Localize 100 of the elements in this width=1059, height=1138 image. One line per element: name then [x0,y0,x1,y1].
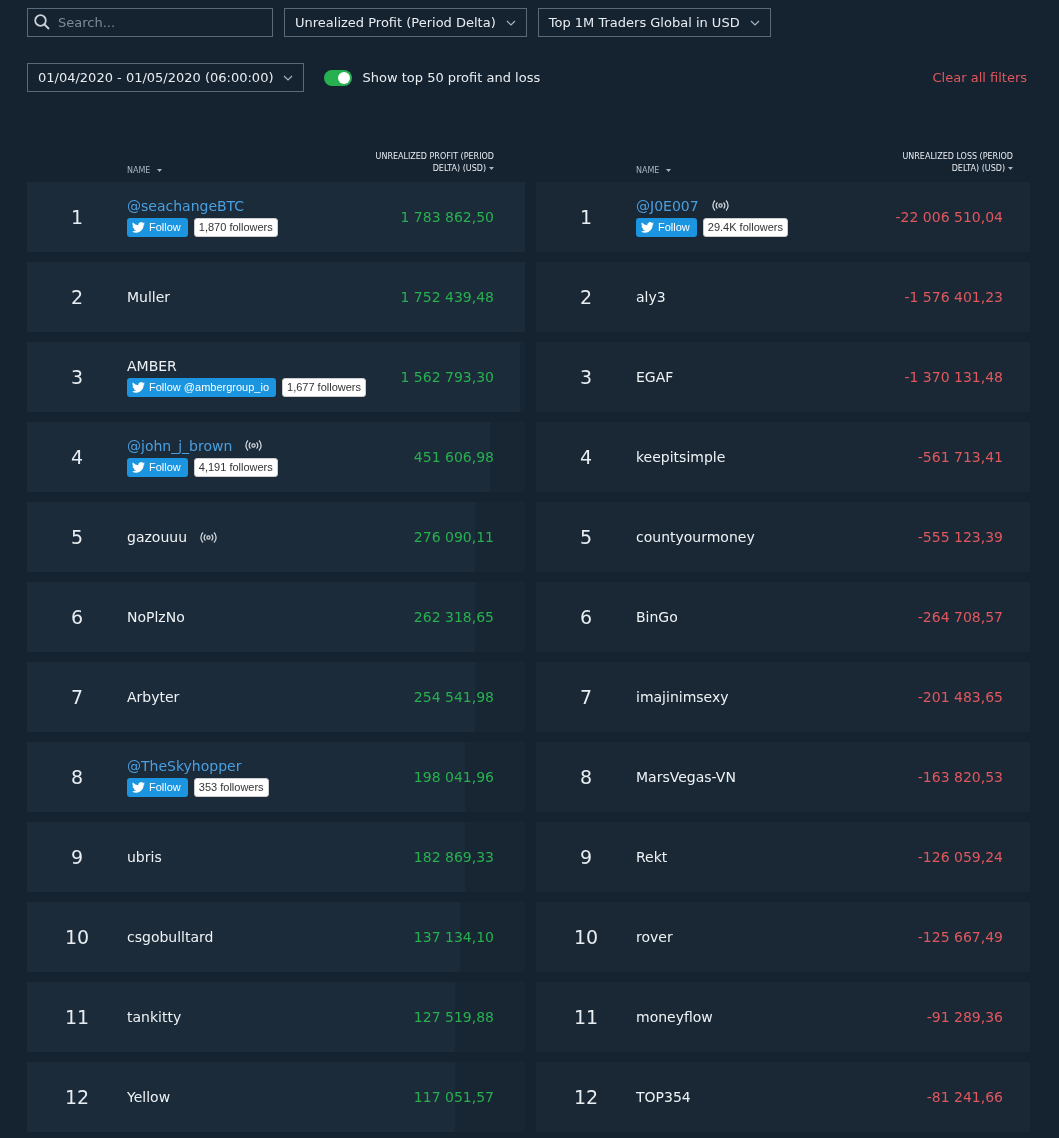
profit-value: 1 562 793,30 [400,369,494,385]
toggle-label: Show top 50 profit and loss [362,70,541,85]
rank-number: 8 [578,766,594,788]
profit-value: 262 318,65 [413,609,494,625]
rank-number: 12 [63,1086,91,1108]
sort-icon [489,167,494,170]
loss-value: -126 059,24 [917,849,1003,865]
trader-name: EGAF [636,369,674,385]
rank-number: 3 [578,366,594,388]
trader-name: AMBER [127,357,177,374]
bird-icon [132,221,145,233]
rank-number: 3 [69,366,85,388]
loss-value: -201 483,65 [917,689,1003,705]
trader-row[interactable]: 5 gazouuu 276 090,11 [27,502,525,572]
trader-row[interactable]: 9 ubris 182 869,33 [27,822,525,892]
chevron-icon [749,19,760,26]
trader-link[interactable]: @J0E007 [636,197,699,214]
trader-row[interactable]: 6 NoPlzNo 262 318,65 [27,582,525,652]
bird-icon [132,461,145,473]
trader-row[interactable]: 7 Arbyter 254 541,98 [27,662,525,732]
metric-dropdown[interactable]: Unrealized Profit (Period Delta) [284,8,527,37]
rank-number: 11 [63,1006,91,1028]
column-header[interactable]: UNREALIZED LOSS (PERIOD DELTA) (USD) [883,151,1013,175]
profit-value: 117 051,57 [413,1089,494,1105]
trader-row[interactable]: 12 Yellow 117 051,57 [27,1062,525,1132]
bird-icon [132,381,145,393]
column-header[interactable]: NAME [636,166,672,175]
trader-link[interactable]: @TheSkyhopper [127,757,242,774]
trader-row[interactable]: 9 Rekt -126 059,24 [536,822,1030,892]
trader-name: csgobulltard [127,929,214,945]
trader-link[interactable]: @john_j_brown [127,437,233,454]
date-range-dropdown[interactable]: 01/04/2020 - 01/05/2020 (06:00:00) [27,63,305,92]
rank-number: 8 [69,766,85,788]
loss-value: -163 820,53 [917,769,1003,785]
sort-icon [1008,167,1013,170]
trader-row[interactable]: 11 tankitty 127 519,88 [27,982,525,1052]
rank-number: 6 [69,606,85,628]
trader-name: Yellow [127,1089,171,1105]
rank-number: 2 [578,286,594,308]
column-header[interactable]: UNREALIZED PROFIT (PERIOD DELTA) (USD) [364,151,494,175]
trader-name: rover [636,929,673,945]
group-dropdown[interactable]: Top 1M Traders Global in USD [537,8,771,37]
loss-value: -555 123,39 [917,529,1003,545]
loss-value: -264 708,57 [917,609,1003,625]
trader-row[interactable]: 7 imajinimsexy -201 483,65 [536,662,1030,732]
trader-name: MarsVegas-VN [636,769,736,785]
loss-value: -81 241,66 [926,1089,1003,1105]
trader-row[interactable]: 4 @john_j_brown Follow 4,191 followers 451 606,98 [27,422,525,492]
trader-row[interactable]: 3 AMBER Follow @ambergroup_io 1,677 followers 1 562 793,30 [27,342,525,412]
toggle-switch[interactable] [324,69,353,86]
chevron-icon [283,74,294,81]
rank-number: 12 [572,1086,600,1108]
rank-number: 4 [69,446,85,468]
trader-row[interactable]: 8 MarsVegas-VN -163 820,53 [536,742,1030,812]
trader-row[interactable]: 10 csgobulltard 137 134,10 [27,902,525,972]
profit-value: 127 519,88 [413,1009,494,1025]
rank-number: 5 [578,526,594,548]
rank-number: 6 [578,606,594,628]
trader-row[interactable]: 2 aly3 -1 576 401,23 [536,262,1030,332]
trader-row[interactable]: 4 keepitsimple -561 713,41 [536,422,1030,492]
rank-number: 10 [63,926,91,948]
follower-count: 29.4K followers [702,217,788,237]
trader-name: moneyflow [636,1009,713,1025]
rank-number: 9 [578,846,594,868]
search-icon [34,14,50,30]
trader-row[interactable]: 1 @J0E007 Follow 29.4K followers -22 006 510,04 [536,182,1030,252]
search-field[interactable]: Search... [27,8,273,37]
clear-filters-link[interactable]: Clear all filters [932,70,1027,85]
trader-row[interactable]: 3 EGAF -1 370 131,48 [536,342,1030,412]
rank-number: 5 [69,526,85,548]
column-header[interactable]: NAME [127,166,163,175]
loss-value: -91 289,36 [926,1009,1003,1025]
trader-name: Muller [127,289,171,305]
trader-row[interactable]: 2 Muller 1 752 439,48 [27,262,525,332]
profit-value: 182 869,33 [413,849,494,865]
trader-row[interactable]: 10 rover -125 667,49 [536,902,1030,972]
profit-value: 198 041,96 [413,769,494,785]
trader-name: keepitsimple [636,449,726,465]
trader-link[interactable]: @seachangeBTC [127,197,245,214]
trader-row[interactable]: 11 moneyflow -91 289,36 [536,982,1030,1052]
rank-number: 1 [578,206,594,228]
rank-number: 11 [572,1006,600,1028]
trader-row[interactable]: 12 TOP354 -81 241,66 [536,1062,1030,1132]
trader-row[interactable]: 1 @seachangeBTC Follow 1,870 followers 1 783 862,50 [27,182,525,252]
sort-icon [666,169,672,172]
trader-row[interactable]: 5 countyourmoney -555 123,39 [536,502,1030,572]
trader-row[interactable]: 8 @TheSkyhopper Follow 353 followers 198 041,96 [27,742,525,812]
loss-value: -1 370 131,48 [904,369,1003,385]
bird-icon [641,221,654,233]
bird-icon [132,781,145,793]
trader-name: imajinimsexy [636,689,729,705]
profit-value: 1 783 862,50 [400,209,494,225]
trader-name: tankitty [127,1009,182,1025]
rank-number: 7 [578,686,594,708]
loss-value: -1 576 401,23 [904,289,1003,305]
sort-icon [157,169,163,172]
loss-value: -561 713,41 [917,449,1003,465]
trader-row[interactable]: 6 BinGo -264 708,57 [536,582,1030,652]
trader-name: gazouuu [127,529,187,545]
rank-number: 10 [572,926,600,948]
